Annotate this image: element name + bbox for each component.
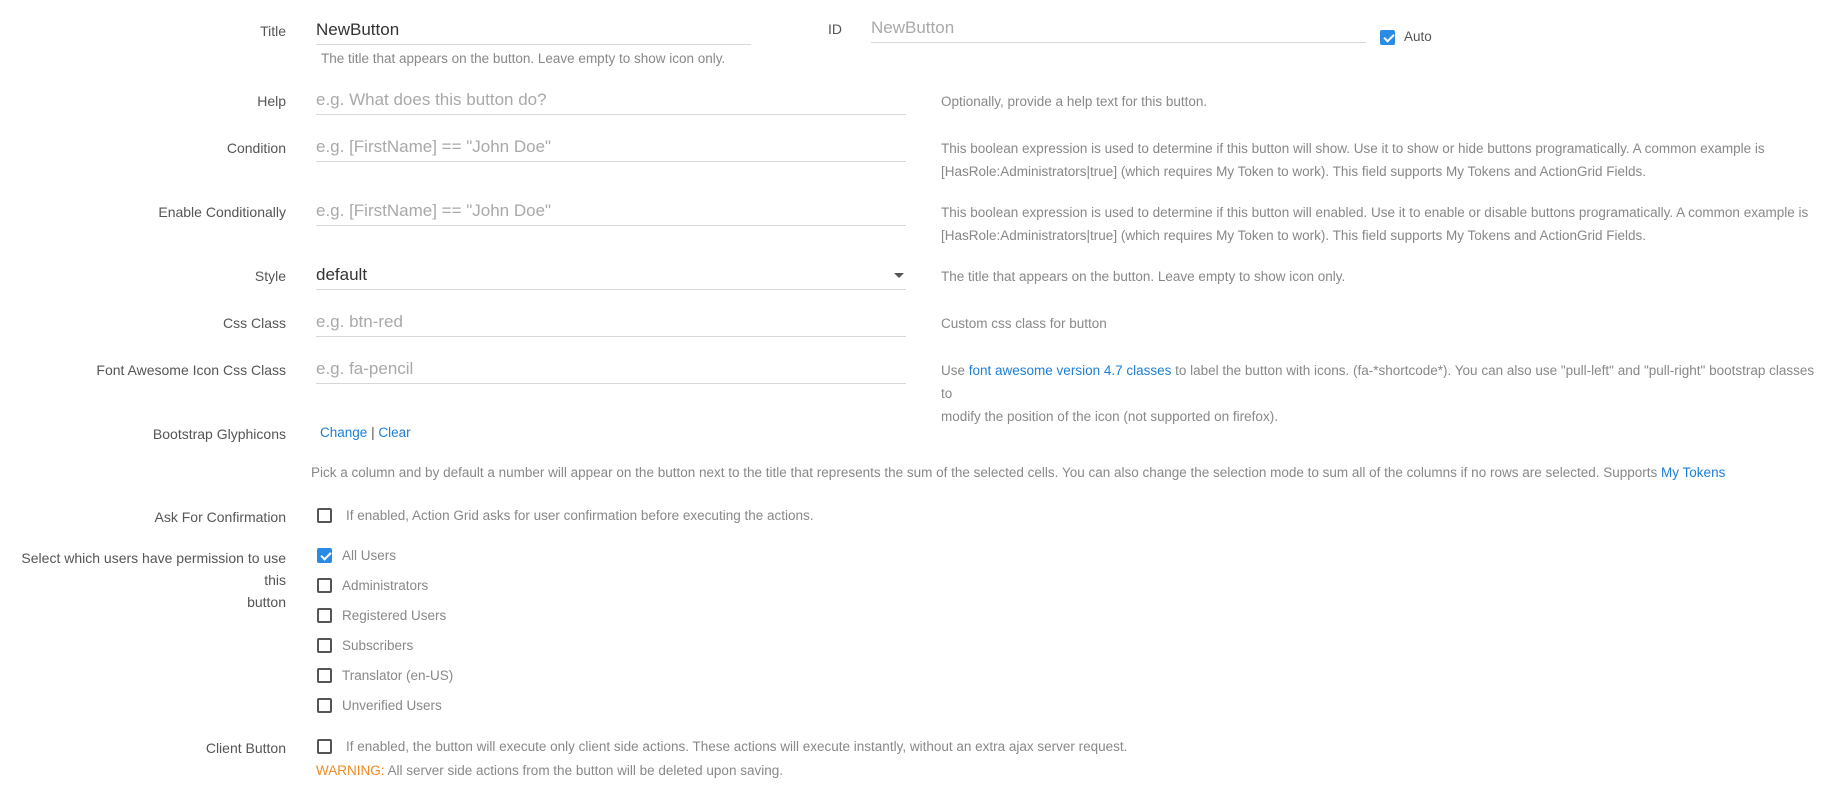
style-help: The title that appears on the button. Le… bbox=[941, 269, 1346, 284]
id-label: ID bbox=[828, 21, 842, 37]
my-tokens-link[interactable]: My Tokens bbox=[1661, 465, 1725, 480]
css-class-label: Css Class bbox=[222, 315, 286, 331]
font-awesome-help: Use font awesome version 4.7 classes to … bbox=[941, 359, 1821, 428]
style-label: Style bbox=[254, 268, 286, 284]
client-button-label: Client Button bbox=[205, 740, 286, 756]
enable-conditionally-help: This boolean expression is used to deter… bbox=[941, 201, 1821, 247]
glyphicons-actions: Change | Clear bbox=[320, 425, 411, 440]
enable-conditionally-help-line2: [HasRole:Administrators|true] (which req… bbox=[941, 228, 1647, 243]
style-select[interactable]: default bbox=[316, 261, 906, 290]
role-checkbox[interactable] bbox=[317, 638, 332, 653]
font-awesome-link[interactable]: font awesome version 4.7 classes bbox=[969, 363, 1172, 378]
client-button-checkbox[interactable] bbox=[317, 739, 332, 754]
enable-conditionally-label: Enable Conditionally bbox=[158, 204, 286, 220]
change-glyphicon-link[interactable]: Change bbox=[320, 425, 367, 440]
glyphicons-label: Bootstrap Glyphicons bbox=[152, 426, 286, 442]
id-input[interactable]: NewButton bbox=[871, 14, 1366, 43]
warning-label: WARNING: bbox=[316, 763, 385, 778]
confirmation-label: Ask For Confirmation bbox=[154, 509, 286, 525]
role-label: Administrators bbox=[342, 578, 429, 593]
help-input[interactable]: e.g. What does this button do? bbox=[316, 86, 906, 115]
permissions-label: Select which users have permission to us… bbox=[21, 550, 286, 610]
role-label: Subscribers bbox=[342, 638, 414, 653]
font-awesome-input[interactable]: e.g. fa-pencil bbox=[316, 355, 906, 384]
font-awesome-help-line2: modify the position of the icon (not sup… bbox=[941, 409, 1278, 424]
role-label: All Users bbox=[342, 548, 397, 563]
condition-input[interactable]: e.g. [FirstName] == "John Doe" bbox=[316, 133, 906, 162]
condition-help: This boolean expression is used to deter… bbox=[941, 137, 1821, 183]
condition-help-line2: [HasRole:Administrators|true] (which req… bbox=[941, 164, 1647, 179]
condition-label: Condition bbox=[226, 140, 286, 156]
auto-checkbox[interactable] bbox=[1380, 30, 1395, 45]
enable-conditionally-help-line1: This boolean expression is used to deter… bbox=[941, 205, 1809, 220]
condition-help-line1: This boolean expression is used to deter… bbox=[941, 141, 1765, 156]
confirmation-text: If enabled, Action Grid asks for user co… bbox=[346, 508, 814, 523]
client-button-text: If enabled, the button will execute only… bbox=[346, 739, 1128, 754]
title-help: The title that appears on the button. Le… bbox=[321, 51, 726, 66]
role-checkbox[interactable] bbox=[317, 608, 332, 623]
css-class-help: Custom css class for button bbox=[941, 316, 1107, 331]
sum-note: Pick a column and by default a number wi… bbox=[311, 465, 1726, 480]
role-label: Translator (en-US) bbox=[342, 668, 454, 683]
css-class-input[interactable]: e.g. btn-red bbox=[316, 308, 906, 337]
clear-glyphicon-link[interactable]: Clear bbox=[378, 425, 410, 440]
chevron-down-icon bbox=[894, 273, 904, 278]
client-button-warning: WARNING: All server side actions from th… bbox=[316, 763, 783, 778]
confirmation-checkbox[interactable] bbox=[317, 508, 332, 523]
glyphicons-separator: | bbox=[371, 425, 375, 440]
title-input[interactable]: NewButton bbox=[316, 16, 751, 45]
role-checkbox[interactable] bbox=[317, 698, 332, 713]
help-help: Optionally, provide a help text for this… bbox=[941, 94, 1208, 109]
role-checkbox[interactable] bbox=[317, 578, 332, 593]
role-checkbox[interactable] bbox=[317, 668, 332, 683]
role-checkbox[interactable] bbox=[317, 548, 332, 563]
auto-label: Auto bbox=[1404, 29, 1432, 44]
role-label: Unverified Users bbox=[342, 698, 442, 713]
title-label: Title bbox=[260, 23, 286, 39]
help-label: Help bbox=[257, 93, 286, 109]
style-select-value: default bbox=[316, 265, 368, 284]
enable-conditionally-input[interactable]: e.g. [FirstName] == "John Doe" bbox=[316, 197, 906, 226]
font-awesome-label: Font Awesome Icon Css Class bbox=[96, 362, 286, 378]
role-label: Registered Users bbox=[342, 608, 447, 623]
